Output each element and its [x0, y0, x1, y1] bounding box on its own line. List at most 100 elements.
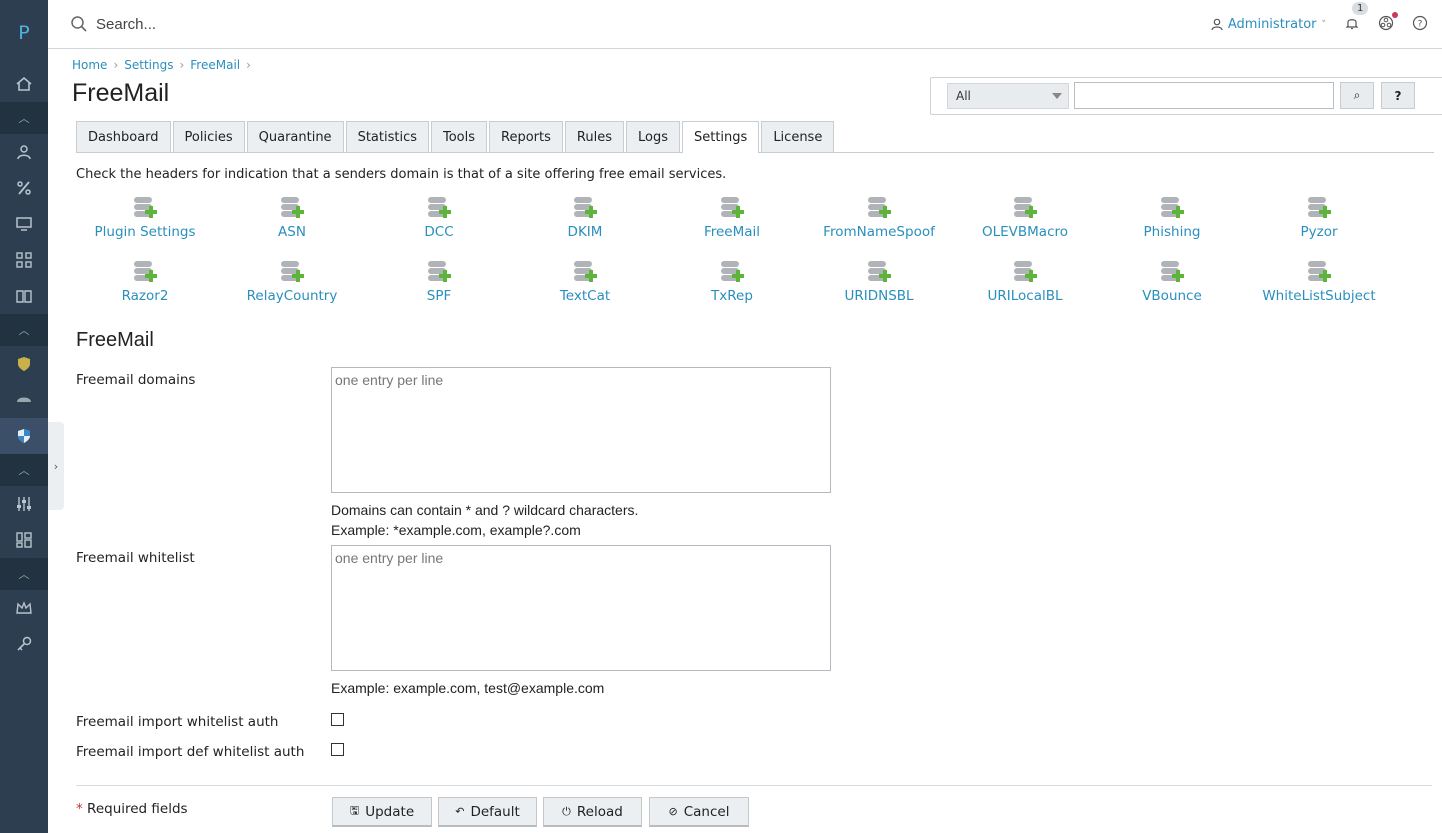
- database-add-icon: [866, 193, 892, 221]
- plugin-link-phishing[interactable]: Phishing: [1099, 193, 1245, 240]
- update-button[interactable]: 🖫 Update: [332, 797, 432, 827]
- user-menu[interactable]: Administrator ˅: [1211, 17, 1326, 32]
- help-button[interactable]: ?: [1412, 15, 1428, 35]
- update-button-label: Update: [365, 803, 415, 820]
- collapse-chevron-icon[interactable]: ︿: [0, 102, 48, 134]
- plugin-label: ASN: [278, 224, 306, 240]
- percent-icon[interactable]: [0, 170, 48, 206]
- plugin-link-razor2[interactable]: Razor2: [72, 257, 218, 304]
- app-logo[interactable]: P: [0, 0, 48, 66]
- tab-dashboard[interactable]: Dashboard: [76, 121, 171, 152]
- integrations-button[interactable]: [1378, 11, 1398, 35]
- plugin-link-whitelistsubject[interactable]: WhiteListSubject: [1246, 257, 1392, 304]
- database-add-icon: [572, 257, 598, 285]
- plugin-link-plugin-settings[interactable]: Plugin Settings: [72, 193, 218, 240]
- plugin-link-asn[interactable]: ASN: [219, 193, 365, 240]
- import-whitelist-auth-checkbox[interactable]: [331, 713, 344, 726]
- filter-select[interactable]: All: [947, 83, 1069, 109]
- sidebar-expand-toggle[interactable]: ›: [48, 422, 64, 510]
- global-search-input[interactable]: [96, 15, 496, 33]
- sliders-icon[interactable]: [0, 486, 48, 522]
- required-star: *: [76, 801, 83, 817]
- crown-icon[interactable]: [0, 590, 48, 626]
- plugin-link-spf[interactable]: SPF: [366, 257, 512, 304]
- database-add-icon: [719, 193, 745, 221]
- plugin-link-relaycountry[interactable]: RelayCountry: [219, 257, 365, 304]
- plugin-link-fromnamespoof[interactable]: FromNameSpoof: [806, 193, 952, 240]
- cancel-button[interactable]: ⊘ Cancel: [649, 797, 749, 827]
- filter-help-button[interactable]: ?: [1381, 82, 1415, 109]
- plugin-link-txrep[interactable]: TxRep: [659, 257, 805, 304]
- apps-icon[interactable]: [0, 242, 48, 278]
- breadcrumb-home[interactable]: Home: [72, 58, 107, 72]
- chevron-right-icon: ›: [179, 58, 185, 72]
- import-def-whitelist-auth-checkbox[interactable]: [331, 743, 344, 756]
- plugin-link-vbounce[interactable]: VBounce: [1099, 257, 1245, 304]
- chevron-right-icon: ›: [113, 58, 119, 72]
- import-whitelist-auth-label: Freemail import whitelist auth: [76, 714, 279, 730]
- database-add-icon: [132, 257, 158, 285]
- freemail-domains-textarea[interactable]: [331, 367, 831, 493]
- domains-help-wildcard: Domains can contain * and ? wildcard cha…: [331, 502, 639, 518]
- user-icon[interactable]: [0, 134, 48, 170]
- database-add-icon: [279, 257, 305, 285]
- tab-statistics[interactable]: Statistics: [345, 121, 429, 152]
- collapse-chevron-icon[interactable]: ︿: [0, 314, 48, 346]
- plugin-link-urilocalbl[interactable]: URILocalBL: [952, 257, 1098, 304]
- tab-settings[interactable]: Settings: [681, 121, 760, 153]
- user-icon: [1211, 18, 1223, 31]
- book-icon[interactable]: [0, 278, 48, 314]
- plugin-link-olevbmacro[interactable]: OLEVBMacro: [952, 193, 1098, 240]
- tab-reports[interactable]: Reports: [489, 121, 563, 152]
- plugin-label: URIDNSBL: [844, 288, 914, 304]
- tab-bar: Dashboard Policies Quarantine Statistics…: [76, 121, 1434, 153]
- plugin-link-pyzor[interactable]: Pyzor: [1246, 193, 1392, 240]
- database-add-icon: [572, 193, 598, 221]
- required-fields-text: Required fields: [82, 801, 188, 817]
- search-icon: [71, 16, 87, 32]
- chevron-right-icon: ›: [246, 58, 251, 72]
- filter-bar: All ⌕ ?: [930, 77, 1442, 115]
- domains-help-example: Example: *example.com, example?.com: [331, 522, 581, 538]
- plugin-link-freemail[interactable]: FreeMail: [659, 193, 805, 240]
- layout-icon[interactable]: [0, 522, 48, 558]
- network-icon: [1378, 15, 1394, 30]
- search-icon: ⌕: [1353, 88, 1361, 102]
- plugin-link-dkim[interactable]: DKIM: [512, 193, 658, 240]
- filter-search-button[interactable]: ⌕: [1340, 82, 1374, 109]
- tab-rules[interactable]: Rules: [564, 121, 624, 152]
- database-add-icon: [426, 193, 452, 221]
- shield-blue-icon[interactable]: [0, 418, 48, 454]
- alert-dot: [1392, 11, 1398, 18]
- filter-search-input[interactable]: [1074, 82, 1334, 109]
- tab-license[interactable]: License: [761, 121, 835, 152]
- tab-tools[interactable]: Tools: [431, 121, 488, 152]
- page-description: Check the headers for indication that a …: [76, 167, 727, 182]
- notifications-button[interactable]: 1: [1344, 1, 1369, 35]
- filter-select-value: All: [956, 89, 971, 103]
- plugin-link-uridnsbl[interactable]: URIDNSBL: [806, 257, 952, 304]
- plugin-link-textcat[interactable]: TextCat: [512, 257, 658, 304]
- bell-icon: [1345, 18, 1359, 29]
- freemail-whitelist-textarea[interactable]: [331, 545, 831, 671]
- collapse-chevron-icon[interactable]: ︿: [0, 454, 48, 486]
- tab-policies[interactable]: Policies: [172, 121, 245, 152]
- tab-quarantine[interactable]: Quarantine: [246, 121, 344, 152]
- plugin-link-dcc[interactable]: DCC: [366, 193, 512, 240]
- umbrella-icon[interactable]: [0, 382, 48, 418]
- topbar: Administrator ˅ 1 ?: [48, 0, 1442, 49]
- database-add-icon: [132, 193, 158, 221]
- plugin-label: URILocalBL: [987, 288, 1063, 304]
- default-button[interactable]: ↶ Default: [438, 797, 537, 827]
- plugin-label: TxRep: [711, 288, 753, 304]
- shield-yellow-icon[interactable]: [0, 346, 48, 382]
- home-icon[interactable]: [0, 66, 48, 102]
- breadcrumb-settings[interactable]: Settings: [124, 58, 173, 72]
- reload-button[interactable]: ⏻ Reload: [543, 797, 642, 827]
- breadcrumb-freemail[interactable]: FreeMail: [190, 58, 240, 72]
- plugin-label: RelayCountry: [246, 288, 338, 304]
- collapse-chevron-icon[interactable]: ︿: [0, 558, 48, 590]
- monitor-icon[interactable]: [0, 206, 48, 242]
- tab-logs[interactable]: Logs: [625, 121, 680, 152]
- key-icon[interactable]: [0, 626, 48, 662]
